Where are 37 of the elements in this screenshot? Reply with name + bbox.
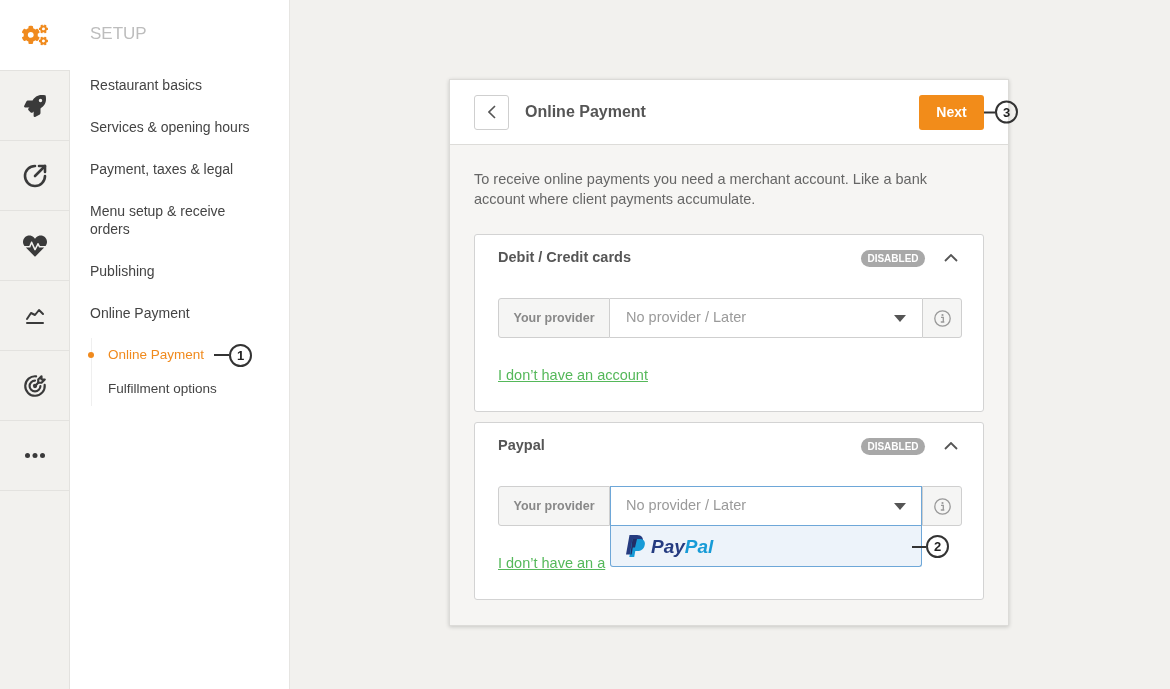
more-icon [24,453,45,458]
chevron-left-icon [487,105,496,119]
callout-number: 3 [995,100,1018,124]
dropdown-option[interactable]: PayPal [610,526,922,567]
callout-line [214,354,230,356]
status-label: DISABLED [861,437,925,455]
gears-icon [22,22,48,48]
status-label: DISABLED [861,249,925,267]
callout-line [912,545,926,548]
section-title: Paypal [498,436,545,456]
heart-pulse-icon [22,233,47,258]
callout-number: 1 [229,343,253,367]
nav-item[interactable]: Payment, taxes & legal [90,160,234,178]
nav-item[interactable]: Restaurant basics [90,76,203,94]
section-title: Debit / Credit cards [498,248,631,268]
circle-arrow-icon [22,163,47,188]
nav-item[interactable]: Publishing [90,262,155,280]
info-icon [933,309,951,327]
chevron-up-icon [944,442,958,450]
card-title: Online Payment [525,102,646,122]
caret-down-icon [894,314,906,322]
callout-number: 2 [926,535,949,558]
field-label: Your provider [498,298,610,338]
logo-icon [626,535,645,557]
rocket-icon [23,94,46,117]
nav-item[interactable]: Online Payment [90,304,190,322]
nav-subitem[interactable]: Fulfillment options [108,380,217,398]
info-icon [933,497,951,515]
description-text: To receive online payments you need a merchant account. Like a bank account where client payments accumulate. [474,170,928,209]
nav-item[interactable]: Services & opening hours [90,118,250,136]
caret-down-icon [894,502,906,510]
nav-item[interactable]: Menu setup & receive orders [90,202,262,238]
target-arrow-icon [21,372,48,399]
chevron-up-icon [944,254,958,262]
sidebar-title: SETUP [90,23,147,45]
back-button[interactable] [474,94,509,130]
field-label: Your provider [498,486,610,526]
